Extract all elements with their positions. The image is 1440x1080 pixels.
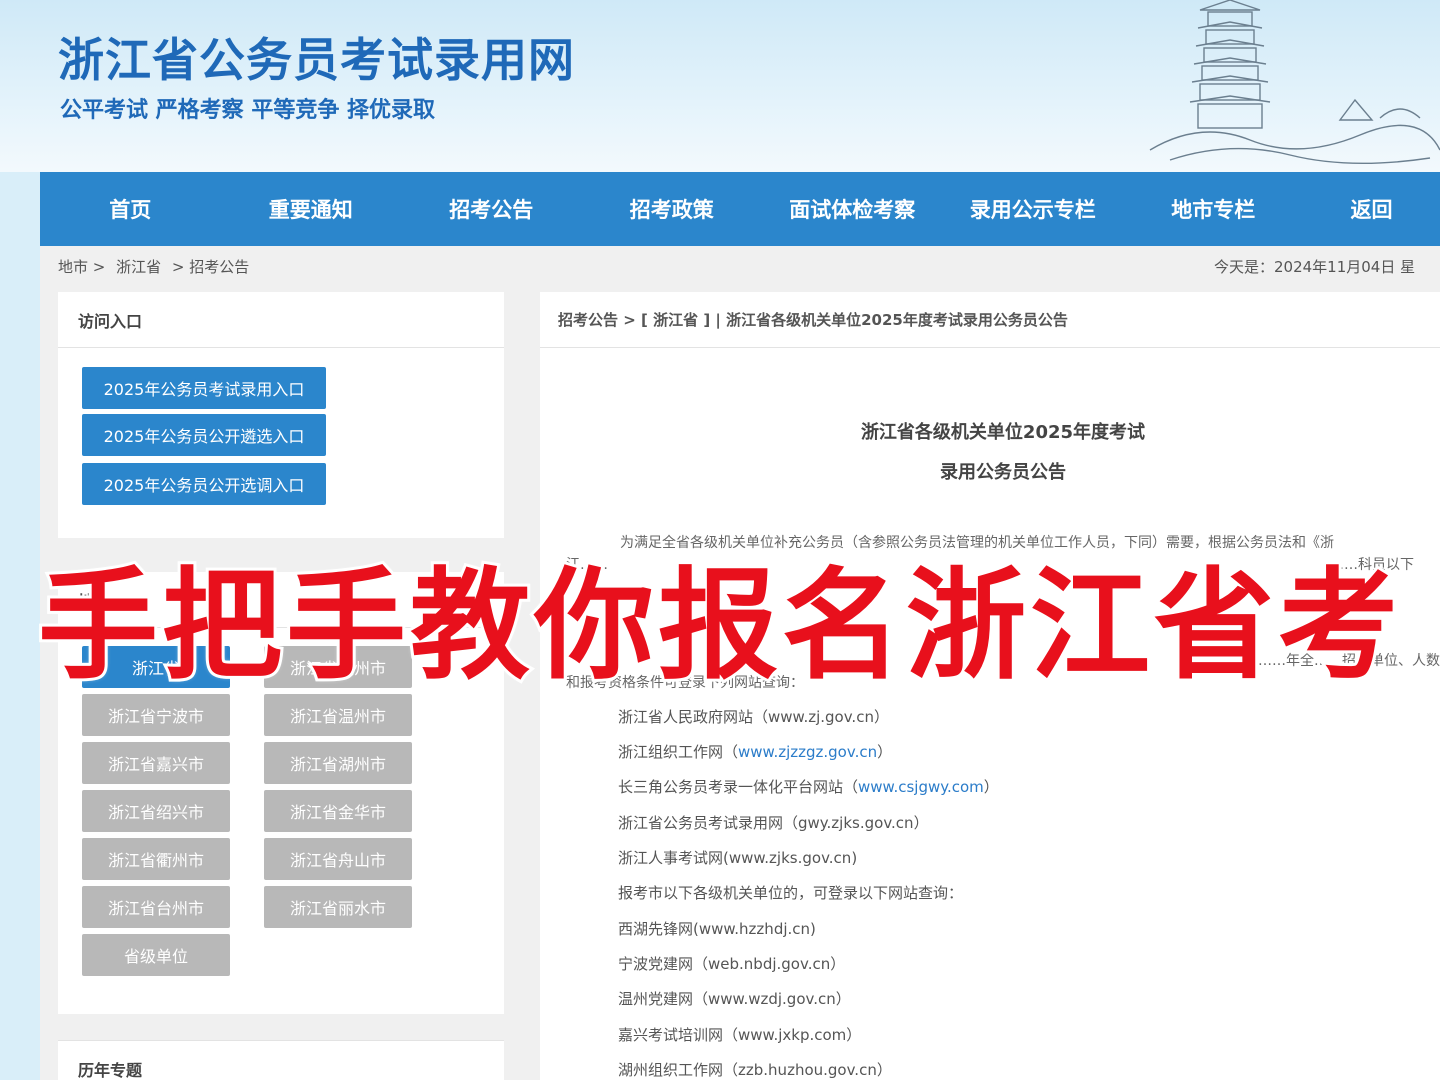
city-huzhou-button[interactable]: 浙江省湖州市: [264, 742, 412, 784]
site-slogan: 公平考试 严格考察 平等竞争 择优录取: [60, 98, 435, 123]
history-panel-title[interactable]: 历年专题: [58, 1040, 504, 1080]
city-sites-intro: 报考市以下各级机关单位的，可登录以下网站查询：: [618, 884, 964, 902]
provincial-units-button[interactable]: 省级单位: [82, 934, 230, 976]
nav-hiring-publicity[interactable]: 录用公示专栏: [943, 172, 1124, 246]
pagoda-illustration: [1149, 0, 1440, 165]
breadcrumb-province[interactable]: 浙江省: [116, 258, 161, 276]
site-line-gwy-zjks: 浙江省公务员考试录用网（gwy.zjks.gov.cn）: [618, 814, 929, 832]
site-line-nbdj: 宁波党建网（web.nbdj.gov.cn）: [618, 955, 846, 973]
nav-recruitment-announcement[interactable]: 招考公告: [401, 172, 582, 246]
zjzzgz-link[interactable]: www.zjzzgz.gov.cn: [738, 743, 877, 761]
site-line-zjzzgz: 浙江组织工作网（www.zjzzgz.gov.cn）: [618, 743, 893, 761]
nav-home[interactable]: 首页: [40, 172, 221, 246]
city-shaoxing-button[interactable]: 浙江省绍兴市: [82, 790, 230, 832]
site-header: 浙江省公务员考试录用网 公平考试 严格考察 平等竞争 择优录取: [0, 0, 1440, 172]
breadcrumb-current[interactable]: > 招考公告: [172, 258, 249, 276]
city-quzhou-button[interactable]: 浙江省衢州市: [82, 838, 230, 880]
city-jinhua-button[interactable]: 浙江省金华市: [264, 790, 412, 832]
site-line-hzzhdj: 西湖先锋网(www.hzzhdj.cn): [618, 920, 816, 938]
article-title-line2: 录用公务员公告: [940, 462, 1066, 483]
nav-back[interactable]: 返回: [1304, 172, 1440, 246]
today-date: 今天是：2024年11月04日 星: [1214, 258, 1416, 276]
article-title-line1: 浙江省各级机关单位2025年度考试: [860, 422, 1146, 443]
city-lishui-button[interactable]: 浙江省丽水市: [264, 886, 412, 928]
nav-interview-exam[interactable]: 面试体检考察: [762, 172, 943, 246]
entry-panel: 访问入口 2025年公务员考试录用入口 2025年公务员公开遴选入口 2025年…: [58, 292, 504, 538]
city-jiaxing-button[interactable]: 浙江省嘉兴市: [82, 742, 230, 784]
article-breadcrumb: 招考公告 > [ 浙江省 ] | 浙江省各级机关单位2025年度考试录用公务员公…: [540, 292, 1440, 348]
entry-panel-title: 访问入口: [58, 292, 504, 348]
exam-entry-button[interactable]: 2025年公务员考试录用入口: [82, 367, 326, 409]
site-line-jxkp: 嘉兴考试培训网（www.jxkp.com）: [618, 1026, 862, 1044]
history-panel: 历年专题: [58, 1040, 504, 1080]
csjgwy-link[interactable]: www.csjgwy.com: [858, 778, 984, 796]
site-line-csjgwy: 长三角公务员考录一体化平台网站（www.csjgwy.com）: [618, 778, 999, 796]
site-line-huzhou: 湖州组织工作网（zzb.huzhou.gov.cn）: [618, 1061, 892, 1079]
selection-entry-button[interactable]: 2025年公务员公开选调入口: [82, 463, 326, 505]
nav-recruitment-policy[interactable]: 招考政策: [582, 172, 763, 246]
main-nav: 首页 重要通知 招考公告 招考政策 面试体检考察 录用公示专栏 地市专栏 返回: [40, 172, 1440, 246]
overlay-caption: 手把手教你报名浙江省考: [35, 554, 1402, 699]
site-line-zjks: 浙江人事考试网(www.zjks.gov.cn): [618, 849, 858, 867]
breadcrumb: 地市 > 浙江省 > 招考公告: [58, 256, 255, 277]
city-taizhou-button[interactable]: 浙江省台州市: [82, 886, 230, 928]
site-line-zj-gov: 浙江省人民政府网站（www.zj.gov.cn）: [618, 708, 889, 726]
site-line-wzdj: 温州党建网（www.wzdj.gov.cn）: [618, 990, 851, 1008]
nav-important-notice[interactable]: 重要通知: [221, 172, 402, 246]
site-title[interactable]: 浙江省公务员考试录用网: [58, 24, 575, 90]
nav-city-column[interactable]: 地市专栏: [1123, 172, 1304, 246]
transfer-entry-button[interactable]: 2025年公务员公开遴选入口: [82, 414, 326, 456]
breadcrumb-city[interactable]: 地市 >: [58, 258, 105, 276]
city-zhoushan-button[interactable]: 浙江省舟山市: [264, 838, 412, 880]
